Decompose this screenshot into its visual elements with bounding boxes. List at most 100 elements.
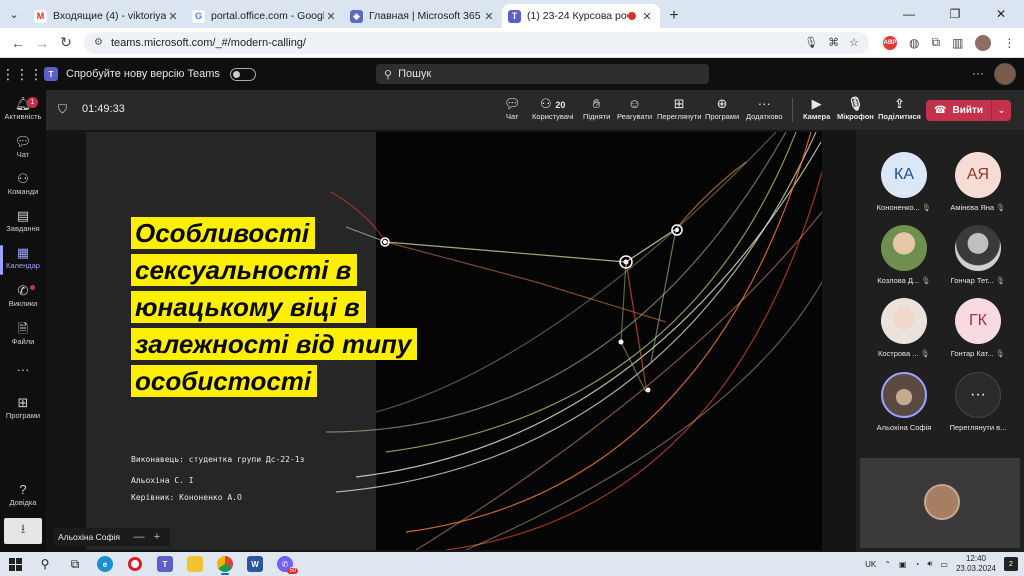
chevron-down-icon[interactable]: ⌄ [991,100,1011,121]
close-icon[interactable]: ✕ [640,10,654,23]
forward-icon[interactable]: → [30,35,54,51]
language-indicator[interactable]: UK [865,560,876,569]
close-icon[interactable]: ✕ [324,10,338,23]
rail-item-teams[interactable]: ⚇ Команди [0,171,46,196]
opera-icon[interactable] [120,552,150,576]
chat-button[interactable]: 💬︎ Чат [504,95,521,121]
chevron-up-icon[interactable]: ⌃ [884,560,891,569]
close-icon[interactable]: ✕ [166,10,180,23]
rail-label: Файли [11,337,35,346]
share-button[interactable]: ⇪ Поділитися [878,95,921,121]
task-view-icon[interactable]: ⧉ [60,552,90,576]
translate-icon[interactable]: ⌘ [828,36,839,49]
search-icon[interactable]: ⚲ [30,552,60,576]
avatar: АЯ [955,152,1001,198]
tray-app-icon[interactable]: ▣ [899,560,907,569]
address-bar[interactable]: ⚙ teams.microsoft.com/_#/modern-calling/… [84,31,869,54]
extensions-puzzle-icon[interactable]: ⧉ [931,35,940,50]
zoom-out-icon[interactable]: — [130,531,148,543]
windows-taskbar: ⚲ ⧉ e T W ✆ 50 UK ⌃ ▣ ◔ 🔊︎ ▭ 12:40 23.03.… [0,552,1024,576]
zoom-in-icon[interactable]: + [148,531,166,543]
tab-search-icon[interactable]: ⌄ [0,0,28,28]
chrome-icon[interactable] [210,552,240,576]
chrome-menu-icon[interactable]: ⋮ [1003,36,1015,50]
teams-icon[interactable]: T [150,552,180,576]
raise-hand-button[interactable]: ✋︎ Підняти [583,95,610,121]
rail-item-assignments[interactable]: ▤ Завдання [0,208,46,233]
system-clock[interactable]: 12:40 23.03.2024 [956,554,996,574]
rail-item-help[interactable]: ? Довідка [0,482,46,507]
adblock-icon[interactable]: ABP [883,35,897,50]
new-teams-toggle[interactable] [229,67,256,81]
rail-item-apps[interactable]: ⊞ Програми [0,395,46,420]
new-tab-button[interactable]: + [660,4,688,28]
windows-start-icon[interactable] [0,552,30,576]
participant-tile[interactable]: ГК Гонтар Кат... 🎙︎ [940,298,1016,358]
file-explorer-icon[interactable] [180,552,210,576]
camera-button[interactable]: ▶︎ Камера [803,95,830,121]
people-button[interactable]: ⚇ 20 Користувачі [532,95,573,121]
rail-item-activity[interactable]: 🔔︎ 1 Активність [0,96,46,121]
tab-title: Входящие (4) - viktoriya.lazarenko [53,10,166,22]
viber-icon[interactable]: ✆ 50 [270,552,300,576]
volume-icon[interactable]: 🔊︎ [927,559,932,569]
view-button[interactable]: ⊞ Переглянути [657,95,701,121]
back-icon[interactable]: ← [6,35,30,51]
shield-icon[interactable]: ⛉ [58,102,67,117]
browser-tab-gmail[interactable]: M Входящие (4) - viktoriya.lazarenko ✕ [28,4,186,28]
maximize-icon[interactable]: ❐ [932,7,978,21]
rail-item-files[interactable]: 🗎 Файли [0,321,46,346]
battery-icon[interactable]: ▭ [940,560,948,569]
tool-label: Програми [705,112,740,121]
google-icon: G [192,9,205,23]
rail-item-calls[interactable]: ✆ Виклики [0,283,46,308]
slide-title-line: Особливості [131,217,316,249]
close-window-icon[interactable]: ✕ [978,7,1024,21]
bookmark-star-icon[interactable]: ☆ [849,36,859,49]
wifi-icon[interactable]: ◔ [915,560,920,569]
site-info-icon[interactable]: ⚙ [94,37,103,48]
react-button[interactable]: ☺ Реагувати [617,95,652,121]
share-icon: ⇪ [894,96,905,111]
app-launcher-icon[interactable]: ⋮⋮⋮ [0,66,44,83]
leave-button[interactable]: ☎ Вийти ⌄ [926,100,1011,121]
rail-item-calendar[interactable]: ▦ Календар [0,245,46,275]
rail-item-chat[interactable]: 💬︎ Чат [0,134,46,159]
grid-view-icon: ⊞ [673,96,685,111]
hand-icon: ✋︎ [592,96,601,111]
more-options-icon[interactable]: ··· [972,66,984,80]
edge-icon[interactable]: e [90,552,120,576]
participant-tile[interactable]: КА Кононенко... 🎙︎ [866,152,942,212]
reload-icon[interactable]: ↻ [54,34,78,51]
browser-tab-teams[interactable]: T (1) 23-24 Курсова робота | Microsoft T… [502,4,660,28]
close-icon[interactable]: ✕ [482,10,496,23]
participant-name: Амінєва Яна [950,203,995,212]
microphone-icon[interactable]: 🎙 [804,36,818,49]
user-avatar[interactable] [994,63,1016,85]
rail-more-apps[interactable]: ··· [0,362,46,378]
search-input[interactable]: ⚲ Пошук [376,64,709,84]
side-panel-icon[interactable]: ▥ [952,36,963,50]
notifications-icon[interactable]: 2 [1004,557,1018,571]
participant-tile-speaking[interactable]: Альохіна Софія [866,372,942,432]
view-all-participants-tile[interactable]: ··· Переглянути в... [940,372,1016,432]
word-icon[interactable]: W [240,552,270,576]
download-icon[interactable]: ⭳ [4,518,42,544]
participant-tile[interactable]: Гончар Тет... 🎙︎ [940,225,1016,285]
browser-tab-google[interactable]: G portal.office.com - Google Search ✕ [186,4,344,28]
extension-globe-icon[interactable]: ◍ [909,36,919,50]
more-button[interactable]: ··· Додатково [746,95,783,121]
participant-tile[interactable]: Козлова Д... 🎙︎ [866,225,942,285]
apps-button[interactable]: ⊕ Програми [705,95,739,121]
self-view-tile[interactable] [860,458,1020,548]
participant-tile[interactable]: Кострова ... 🎙︎ [866,298,942,358]
slide-title-line: залежності від типу [131,328,418,360]
profile-avatar[interactable] [975,34,992,51]
browser-tab-microsoft365[interactable]: ◆ Главная | Microsoft 365 ✕ [344,4,502,28]
rail-label: Календар [6,261,40,270]
minimize-icon[interactable]: — [886,7,932,21]
participant-tile[interactable]: АЯ Амінєва Яна 🎙︎ [940,152,1016,212]
rail-label: Довідка [9,498,37,507]
microsoft365-icon: ◆ [350,9,363,23]
mic-button[interactable]: 🎙︎ Мікрофон [837,95,874,121]
